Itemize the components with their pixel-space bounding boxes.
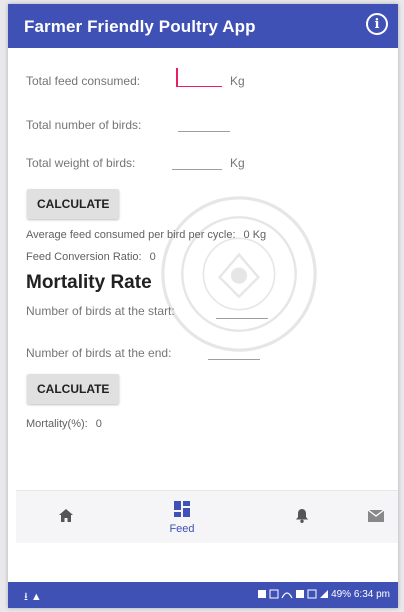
birds-end-input[interactable] [208,343,260,360]
birds-start-input[interactable] [216,302,268,319]
dashboard-icon [174,501,190,517]
status-left-icons: ⭳ ▲ [24,591,42,603]
phone-screen: Farmer Friendly Poultry App i Total feed… [8,4,398,608]
info-icon[interactable]: i [366,13,388,35]
text-cursor [176,68,178,86]
bell-icon [296,509,308,523]
nav-item-home[interactable] [36,491,96,543]
main-content: Total feed consumed: Kg Total number of … [8,48,398,478]
mortality-result: Mortality(%): 0 [26,418,102,430]
university-seal-watermark [161,196,317,352]
fcr-value: 0 [149,251,156,263]
birds-start-label: Number of birds at the start: [26,304,175,318]
mail-icon [368,510,384,522]
total-feed-unit: Kg [230,74,245,88]
birds-end-label: Number of birds at the end: [26,346,172,360]
avg-feed-result: Average feed consumed per bird per cycle… [26,229,266,241]
nav-item-messages[interactable] [346,491,398,543]
status-right: 49% 6:34 pm [258,589,390,600]
total-weight-input[interactable] [172,153,222,170]
home-icon [59,509,73,522]
nav-item-notifications[interactable] [272,491,332,543]
calculate-mortality-button[interactable]: CALCULATE [27,374,120,404]
mortality-result-label: Mortality(%): [26,418,88,430]
total-feed-label: Total feed consumed: [26,74,141,88]
calculate-feed-button[interactable]: CALCULATE [27,189,120,219]
nav-label-feed: Feed [169,523,195,535]
total-birds-label: Total number of birds: [26,118,142,132]
battery-time-text: 49% 6:34 pm [331,589,390,600]
avg-feed-label: Average feed consumed per bird per cycle… [26,229,236,241]
fcr-label: Feed Conversion Ratio: [26,251,142,263]
system-icons [258,589,329,599]
mortality-result-value: 0 [95,418,102,430]
total-feed-input[interactable] [176,68,222,87]
total-weight-label: Total weight of birds: [26,156,136,170]
avg-feed-value: 0 Kg [243,229,267,241]
nav-item-feed[interactable]: Feed [152,491,212,543]
total-weight-unit: Kg [230,156,245,170]
app-bar: Farmer Friendly Poultry App i [8,4,398,48]
status-bar: ⭳ ▲ 49% 6:34 pm [8,582,398,608]
bottom-navigation: Feed [16,490,398,543]
mortality-section-title: Mortality Rate [26,272,152,293]
app-title: Farmer Friendly Poultry App [24,17,256,36]
fcr-result: Feed Conversion Ratio: 0 [26,251,156,263]
total-birds-input[interactable] [178,115,230,132]
